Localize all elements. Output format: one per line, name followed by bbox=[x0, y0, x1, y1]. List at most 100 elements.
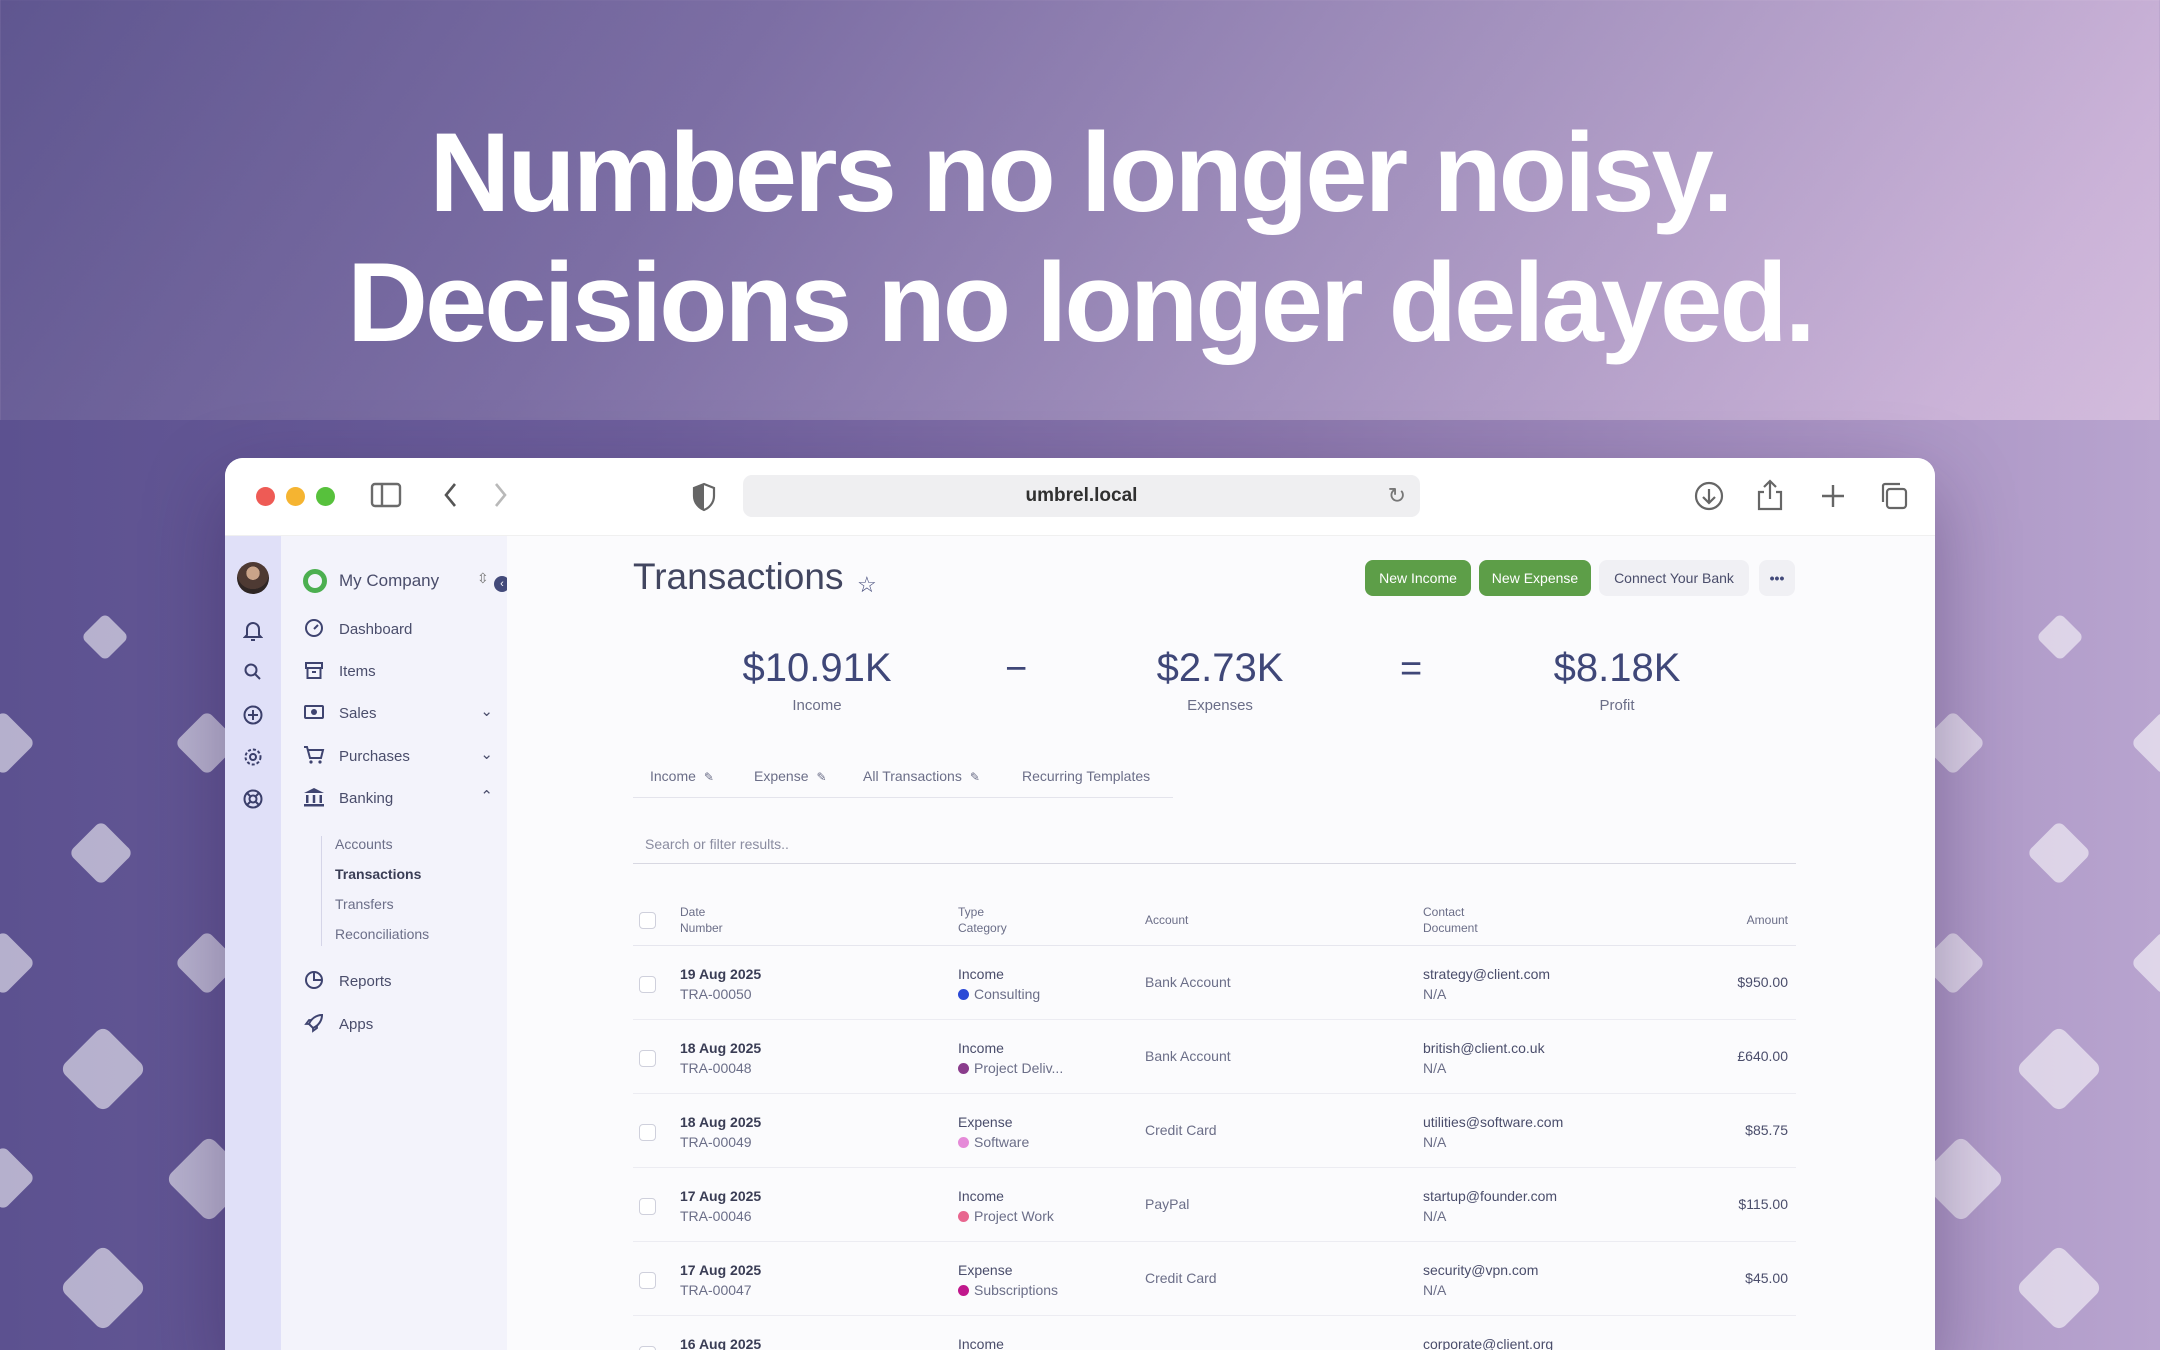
row-account: Credit Card bbox=[1145, 1122, 1217, 1138]
tab-recurring-templates[interactable]: Recurring Templates bbox=[1022, 768, 1150, 784]
pin-icon[interactable]: ✎ bbox=[816, 770, 826, 784]
back-icon[interactable] bbox=[441, 480, 461, 516]
table-row[interactable]: 17 Aug 2025 TRA-00047 Expense Subscription… bbox=[633, 1242, 1796, 1316]
row-amount: $115.00 bbox=[1738, 1196, 1788, 1212]
zoom-window-button[interactable] bbox=[316, 487, 335, 506]
header-date-label: Date bbox=[680, 905, 706, 919]
category-color-dot bbox=[958, 1063, 969, 1074]
chevron-up-down-icon[interactable]: ⇳ bbox=[477, 570, 489, 587]
row-type: Income bbox=[958, 1040, 1004, 1056]
income-summary[interactable]: $10.91K Income bbox=[687, 646, 947, 714]
header-account[interactable]: Account bbox=[1145, 912, 1188, 928]
download-icon[interactable] bbox=[1693, 480, 1725, 518]
header-type[interactable]: Type Category bbox=[958, 904, 1007, 936]
header-amount[interactable]: Amount bbox=[1747, 912, 1788, 928]
tab-label: Recurring Templates bbox=[1022, 768, 1151, 784]
sidebar-item-items[interactable]: Items bbox=[303, 658, 376, 684]
date-cell: 18 Aug 2025 TRA-00049 bbox=[680, 1112, 761, 1152]
sidebar-item-reports[interactable]: Reports bbox=[303, 968, 392, 994]
connect-bank-button[interactable]: Connect Your Bank bbox=[1599, 560, 1749, 596]
table-row[interactable]: 19 Aug 2025 TRA-00050 Income Consulting Ba… bbox=[633, 946, 1796, 1020]
profit-summary[interactable]: $8.18K Profit bbox=[1487, 646, 1747, 714]
share-icon[interactable] bbox=[1755, 478, 1785, 518]
chevron-down-icon: ⌄ bbox=[480, 703, 493, 720]
header-type-label: Type bbox=[958, 905, 985, 919]
new-expense-button[interactable]: New Expense bbox=[1479, 560, 1591, 596]
contact-cell: utilities@software.com N/A bbox=[1423, 1112, 1563, 1152]
sidebar-subitem-transactions[interactable]: Transactions bbox=[335, 866, 421, 882]
sidebar-item-dashboard[interactable]: Dashboard bbox=[303, 616, 412, 642]
row-checkbox[interactable] bbox=[639, 1198, 656, 1215]
row-checkbox[interactable] bbox=[639, 1124, 656, 1141]
avatar[interactable] bbox=[237, 562, 269, 594]
reload-icon[interactable]: ↻ bbox=[1388, 483, 1406, 509]
type-cell: Income bbox=[958, 1334, 1004, 1350]
cart-icon bbox=[303, 745, 325, 767]
row-amount: £640.00 bbox=[1737, 1048, 1788, 1064]
contact-cell: strategy@client.com N/A bbox=[1423, 964, 1550, 1004]
search-icon[interactable] bbox=[241, 662, 265, 686]
header-date[interactable]: Date Number bbox=[680, 904, 723, 936]
header-number-label: Number bbox=[680, 921, 723, 935]
income-value: $10.91K bbox=[742, 646, 892, 690]
table-row[interactable]: 18 Aug 2025 TRA-00048 Income Project Deliv… bbox=[633, 1020, 1796, 1094]
gear-icon[interactable] bbox=[241, 746, 265, 770]
address-bar[interactable]: umbrel.local ↻ bbox=[743, 475, 1420, 517]
row-number: TRA-00046 bbox=[680, 1208, 752, 1224]
tab-expense[interactable]: Expense ✎ bbox=[754, 768, 827, 784]
tabs-overview-icon[interactable] bbox=[1878, 480, 1910, 518]
sidebar-item-label: Apps bbox=[339, 1015, 374, 1033]
more-options-button[interactable]: ••• bbox=[1759, 560, 1795, 596]
headline-line-1: Numbers no longer noisy. bbox=[429, 110, 1733, 235]
new-tab-icon[interactable] bbox=[1818, 481, 1848, 517]
row-checkbox[interactable] bbox=[639, 1050, 656, 1067]
sidebar-subitem-reconciliations[interactable]: Reconciliations bbox=[335, 926, 429, 942]
row-contact: security@vpn.com bbox=[1423, 1262, 1539, 1278]
row-document: N/A bbox=[1423, 1282, 1447, 1298]
tab-income[interactable]: Income ✎ bbox=[650, 768, 714, 784]
forward-icon[interactable] bbox=[490, 480, 510, 516]
profit-label: Profit bbox=[1599, 697, 1635, 714]
close-window-button[interactable] bbox=[256, 487, 275, 506]
row-type: Income bbox=[958, 1188, 1004, 1204]
row-date: 16 Aug 2025 bbox=[680, 1336, 762, 1350]
date-cell: 16 Aug 2025 bbox=[680, 1334, 761, 1350]
sidebar-item-sales[interactable]: Sales ⌄ bbox=[303, 700, 493, 726]
sidebar-toggle-icon[interactable] bbox=[370, 482, 402, 514]
search-input[interactable]: Search or filter results.. bbox=[633, 822, 1796, 864]
bell-icon[interactable] bbox=[241, 620, 265, 644]
help-lifebuoy-icon[interactable] bbox=[241, 788, 265, 812]
row-checkbox[interactable] bbox=[639, 1272, 656, 1289]
sidebar-item-purchases[interactable]: Purchases ⌄ bbox=[303, 743, 493, 769]
row-checkbox[interactable] bbox=[639, 1346, 656, 1350]
table-row[interactable]: 17 Aug 2025 TRA-00046 Income Project Work … bbox=[633, 1168, 1796, 1242]
shield-icon[interactable] bbox=[691, 482, 717, 518]
select-all-checkbox[interactable] bbox=[639, 912, 656, 929]
category-color-dot bbox=[958, 1137, 969, 1148]
new-income-button[interactable]: New Income bbox=[1365, 560, 1471, 596]
expenses-summary[interactable]: $2.73K Expenses bbox=[1090, 646, 1350, 714]
pin-icon[interactable]: ✎ bbox=[704, 770, 714, 784]
type-cell: Expense Subscriptions bbox=[958, 1260, 1058, 1300]
expenses-value: $2.73K bbox=[1156, 646, 1284, 690]
tab-all-transactions[interactable]: All Transactions ✎ bbox=[863, 768, 980, 784]
table-row[interactable]: 16 Aug 2025 Income corporate@client.org bbox=[633, 1316, 1796, 1350]
add-circle-icon[interactable] bbox=[241, 704, 265, 728]
sidebar-item-apps[interactable]: Apps bbox=[303, 1011, 373, 1037]
chevron-up-icon: ⌃ bbox=[480, 788, 493, 805]
pin-icon[interactable]: ✎ bbox=[970, 770, 980, 784]
sidebar-subitem-accounts[interactable]: Accounts bbox=[335, 836, 393, 852]
header-contact[interactable]: Contact Document bbox=[1423, 904, 1478, 936]
table-row[interactable]: 18 Aug 2025 TRA-00049 Expense Software Cre… bbox=[633, 1094, 1796, 1168]
minimize-window-button[interactable] bbox=[286, 487, 305, 506]
sidebar-subitem-transfers[interactable]: Transfers bbox=[335, 896, 394, 912]
company-switcher[interactable]: My Company bbox=[303, 566, 439, 596]
star-favorite-icon[interactable]: ☆ bbox=[857, 572, 877, 598]
category-color-dot bbox=[958, 1211, 969, 1222]
main-content: Transactions ☆ New Income New Expense Co… bbox=[507, 536, 1935, 1350]
browser-window: umbrel.local ↻ My Company ⇳ ‹ Dashboard … bbox=[225, 458, 1935, 1350]
row-checkbox[interactable] bbox=[639, 976, 656, 993]
sidebar-item-banking[interactable]: Banking ⌃ bbox=[303, 785, 493, 811]
icon-rail bbox=[225, 536, 281, 1350]
row-contact: utilities@software.com bbox=[1423, 1114, 1564, 1130]
